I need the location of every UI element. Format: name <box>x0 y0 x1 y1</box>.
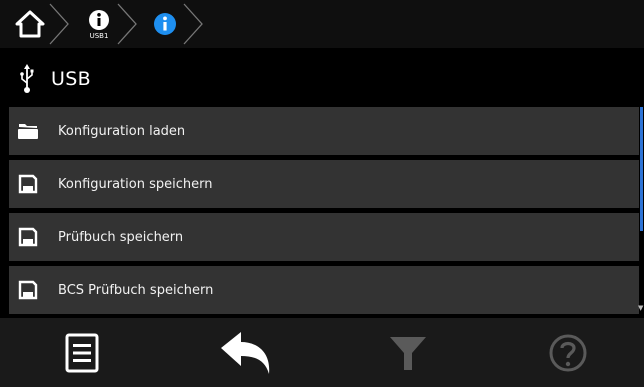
bottom-toolbar <box>0 318 644 387</box>
menu-item-label: BCS Prüfbuch speichern <box>58 282 214 298</box>
breadcrumb-separator <box>183 3 203 45</box>
menu-item-load-configuration[interactable]: Konfiguration laden <box>9 107 639 155</box>
breadcrumb-separator <box>49 3 69 45</box>
list-icon <box>65 333 99 372</box>
list-button[interactable] <box>50 318 114 387</box>
scroll-down-icon[interactable]: ▼ <box>638 304 643 312</box>
back-button[interactable] <box>214 318 278 387</box>
usb-screen: USB1 USB Konfiguration laden Konfigurati… <box>0 0 644 387</box>
floppy-disk-icon <box>17 174 39 194</box>
page-title-row: USB <box>0 56 644 102</box>
help-icon <box>549 334 587 371</box>
home-icon <box>15 10 45 38</box>
menu-list: Konfiguration laden Konfiguration speich… <box>9 107 639 319</box>
breadcrumb-usb1[interactable]: USB1 <box>84 0 114 48</box>
menu-item-label: Prüfbuch speichern <box>58 229 184 245</box>
breadcrumb-current[interactable] <box>150 0 180 48</box>
floppy-disk-icon <box>17 227 39 247</box>
filter-button[interactable] <box>376 318 440 387</box>
breadcrumb-home[interactable] <box>12 0 48 48</box>
help-button[interactable] <box>536 318 600 387</box>
menu-item-save-testbook[interactable]: Prüfbuch speichern <box>9 213 639 261</box>
usb-icon <box>17 64 37 94</box>
menu-item-save-bcs-testbook[interactable]: BCS Prüfbuch speichern <box>9 266 639 314</box>
filter-icon <box>390 336 426 370</box>
floppy-disk-icon <box>17 280 39 300</box>
menu-item-label: Konfiguration laden <box>58 123 186 139</box>
info-icon <box>89 9 109 30</box>
menu-item-label: Konfiguration speichern <box>58 176 213 192</box>
scrollbar[interactable] <box>640 107 643 231</box>
back-arrow-icon <box>221 331 270 374</box>
menu-item-save-configuration[interactable]: Konfiguration speichern <box>9 160 639 208</box>
folder-open-icon <box>17 122 39 140</box>
info-icon-active <box>154 13 176 35</box>
breadcrumb-sub-label: USB1 <box>89 31 109 40</box>
breadcrumb: USB1 <box>0 0 644 48</box>
page-title: USB <box>51 68 91 90</box>
breadcrumb-separator <box>117 3 137 45</box>
